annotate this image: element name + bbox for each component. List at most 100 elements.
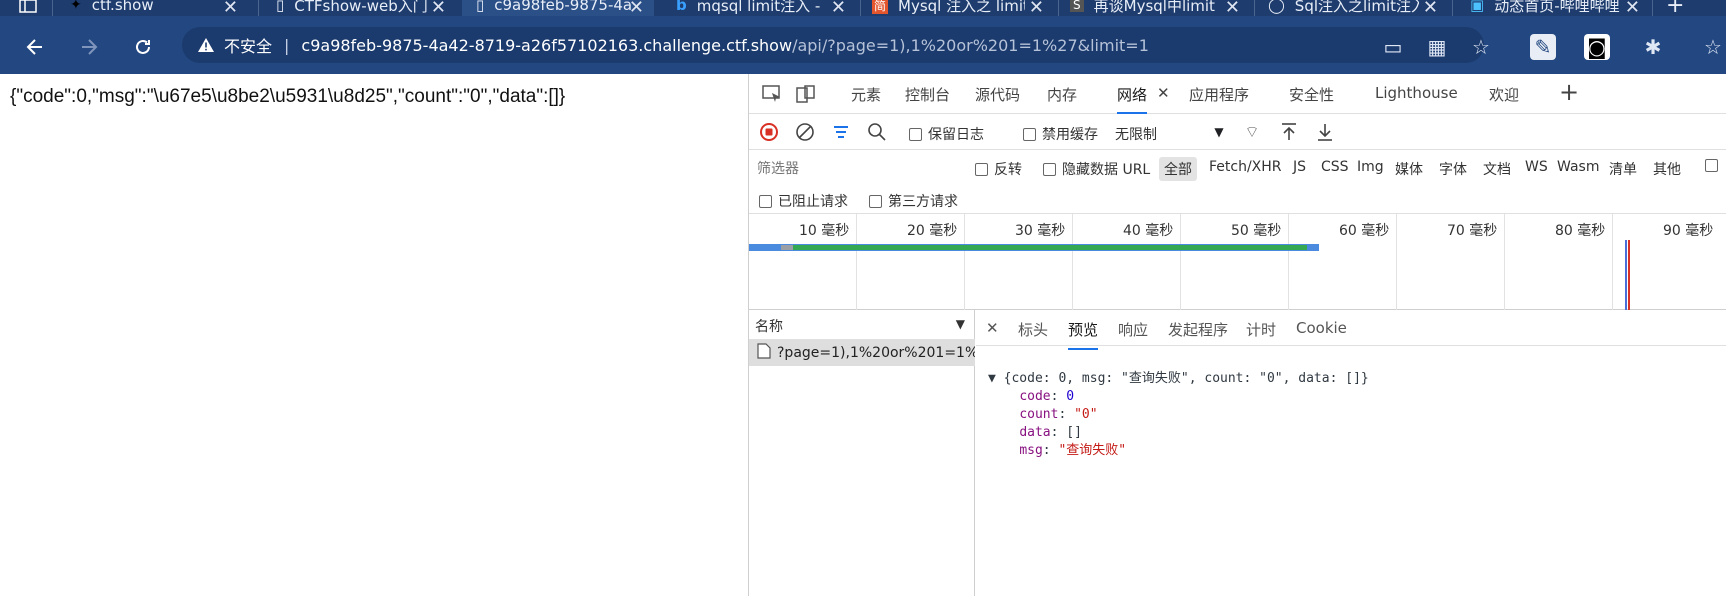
puzzle-icon[interactable]: ✱ [1640, 34, 1666, 60]
tab-network[interactable]: 网络 [1117, 84, 1148, 114]
upload-icon[interactable] [1279, 122, 1299, 142]
invert-checkbox[interactable]: 反转 [975, 159, 1022, 179]
tab-welcome[interactable]: 欢迎 [1489, 84, 1519, 105]
close-tab-icon[interactable]: ✕ [1220, 0, 1240, 16]
tab-timing[interactable]: 计时 [1246, 319, 1276, 340]
expand-triangle-icon[interactable]: ▼ [988, 371, 1004, 386]
screen-icon[interactable]: ▭ [1380, 34, 1406, 60]
tab-initiator[interactable]: 发起程序 [1168, 319, 1228, 340]
tab-console[interactable]: 控制台 [905, 84, 950, 105]
tab-cookie[interactable]: Cookie [1296, 319, 1347, 337]
filter-icon[interactable] [831, 122, 851, 142]
tab-response[interactable]: 响应 [1118, 319, 1148, 340]
tab-application[interactable]: 应用程序 [1189, 84, 1249, 105]
tab-memory[interactable]: 内存 [1047, 84, 1077, 105]
browser-tab-mysql[interactable]: 简 Mysql 注入之 limit ✕ [872, 0, 1044, 16]
json-response-text: {"code":0,"msg":"\u67e5\u8be2\u5931\u8d2… [10, 86, 566, 107]
preserve-log-checkbox[interactable]: 保留日志 [909, 124, 984, 144]
download-icon[interactable] [1315, 122, 1335, 142]
browser-tab-ctfshow-web[interactable]: ▯ CTFshow-web入门 ✕ [276, 0, 446, 16]
tab-elements[interactable]: 元素 [851, 84, 881, 105]
request-name: ?page=1),1%20or%201=1%27... [777, 345, 975, 361]
close-tab-icon[interactable]: ✕ [629, 0, 644, 16]
browser-tab-zaitan[interactable]: S 再谈Mysql中limit ✕ [1070, 0, 1240, 16]
close-tab-icon[interactable]: ✕ [1620, 0, 1640, 16]
refresh-button[interactable] [128, 32, 158, 62]
page-icon: ▯ [476, 0, 485, 14]
timeline-tick: 90 毫秒 [1663, 223, 1714, 239]
throttle-select[interactable]: 无限制 [1115, 124, 1157, 144]
tab-headers[interactable]: 标头 [1018, 319, 1048, 340]
device-toggle-icon[interactable] [795, 83, 817, 105]
close-tab-icon[interactable]: ✕ [1418, 0, 1438, 16]
sort-down-icon[interactable]: ▼ [956, 317, 965, 331]
close-tab-icon[interactable]: ✕ [826, 0, 846, 16]
timeline-tick: 50 毫秒 [1231, 223, 1282, 239]
browser-tab-ctfshow[interactable]: ✦ ctf.show ✕ [70, 0, 238, 16]
glasses-icon[interactable]: ◙ [1584, 34, 1610, 60]
filter-type-img[interactable]: Img [1357, 159, 1384, 175]
search-icon[interactable] [867, 122, 887, 142]
disable-cache-checkbox[interactable]: 禁用缓存 [1023, 124, 1098, 144]
filter-type-font[interactable]: 字体 [1439, 159, 1467, 179]
timeline-tick: 80 毫秒 [1555, 223, 1606, 239]
tab-security[interactable]: 安全性 [1289, 84, 1334, 105]
tab-lighthouse[interactable]: Lighthouse [1375, 84, 1458, 102]
tab-sources[interactable]: 源代码 [975, 84, 1020, 105]
s-icon: S [1070, 0, 1084, 12]
close-network-tab-icon[interactable]: ✕ [1157, 84, 1170, 102]
blocked-requests-checkbox[interactable]: 已阻止请求 [759, 191, 848, 211]
hide-data-url-checkbox[interactable]: 隐藏数据 URL [1043, 159, 1150, 179]
throttle-dropdown-icon[interactable]: ▼ [1211, 124, 1227, 140]
request-row[interactable]: ?page=1),1%20or%201=1%27... [749, 340, 975, 366]
filter-type-ws[interactable]: WS [1525, 159, 1548, 175]
forward-button[interactable] [74, 32, 104, 62]
filter-type-fetch-xhr[interactable]: Fetch/XHR [1209, 159, 1282, 175]
browser-tab-sql[interactable]: ◯ Sql注入之limit注入 ✕ [1268, 0, 1438, 16]
filter-type-manifest[interactable]: 清单 [1609, 159, 1637, 179]
security-label[interactable]: 不安全 [224, 33, 272, 57]
extra-checkbox[interactable] [1705, 159, 1718, 172]
close-tab-icon[interactable]: ✕ [223, 0, 238, 16]
timeline-tick: 70 毫秒 [1447, 223, 1498, 239]
filter-type-media[interactable]: 媒体 [1395, 159, 1423, 179]
close-detail-icon[interactable]: ✕ [986, 319, 999, 337]
filter-type-wasm[interactable]: Wasm [1557, 159, 1599, 175]
filter-type-js[interactable]: JS [1293, 159, 1306, 175]
name-column-header[interactable]: 名称 ▼ [749, 310, 975, 340]
more-tabs-plus-icon[interactable]: + [1559, 78, 1579, 106]
url-path: /api/?page=1),1%20or%201=1%27&limit=1 [792, 35, 1149, 55]
filter-type-all[interactable]: 全部 [1159, 157, 1197, 181]
tab-preview[interactable]: 预览 [1068, 319, 1099, 350]
favorites-icon[interactable]: ☆ [1700, 34, 1726, 60]
browser-tab-bilibili[interactable]: ▣ 动态首页-哔哩哔哩 ✕ [1470, 0, 1640, 16]
wifi-settings-icon[interactable]: ⌔ [1241, 122, 1263, 142]
timeline-tick: 10 毫秒 [799, 223, 850, 239]
close-tab-icon[interactable]: ✕ [1024, 0, 1044, 16]
third-party-checkbox[interactable]: 第三方请求 [869, 191, 958, 211]
inspect-icon[interactable] [761, 83, 783, 105]
network-timeline[interactable]: 10 毫秒 20 毫秒 30 毫秒 40 毫秒 50 毫秒 60 毫秒 70 毫… [749, 214, 1726, 310]
filter-type-other[interactable]: 其他 [1653, 159, 1681, 179]
preview-summary[interactable]: {code: 0, msg: "查询失败", count: "0", data:… [1004, 371, 1369, 386]
json-preview: ▼ {code: 0, msg: "查询失败", count: "0", dat… [988, 371, 1369, 458]
url-host: c9a98feb-9875-4a42-8719-a26f57102163.cha… [301, 35, 793, 55]
request-list: 名称 ▼ ?page=1),1%20or%201=1%27... [749, 310, 975, 596]
browser-tab-current[interactable]: ▯ c9a98feb-9875-4a ✕ [462, 0, 654, 16]
filter-type-doc[interactable]: 文档 [1483, 159, 1511, 179]
favorite-add-icon[interactable]: ☆ [1468, 34, 1494, 60]
record-stop-icon[interactable] [759, 122, 779, 142]
close-tab-icon[interactable]: ✕ [426, 0, 446, 16]
back-button[interactable] [20, 32, 50, 62]
browser-tab-bing[interactable]: b mqsql limit注入 - ✕ [676, 0, 846, 16]
url-bar[interactable]: 不安全 | c9a98feb-9875-4a42-8719-a26f571021… [182, 27, 1484, 63]
apps-icon[interactable]: ▦ [1424, 34, 1450, 60]
filter-input[interactable] [755, 156, 957, 180]
extension-icon[interactable]: ✎ [1530, 34, 1556, 60]
warning-icon[interactable] [196, 35, 216, 55]
timeline-tick: 20 毫秒 [907, 223, 958, 239]
new-tab-button[interactable]: + [1666, 0, 1690, 16]
filter-type-css[interactable]: CSS [1321, 159, 1349, 175]
clear-icon[interactable] [795, 122, 815, 142]
sidebar-toggle-icon[interactable] [18, 0, 38, 16]
